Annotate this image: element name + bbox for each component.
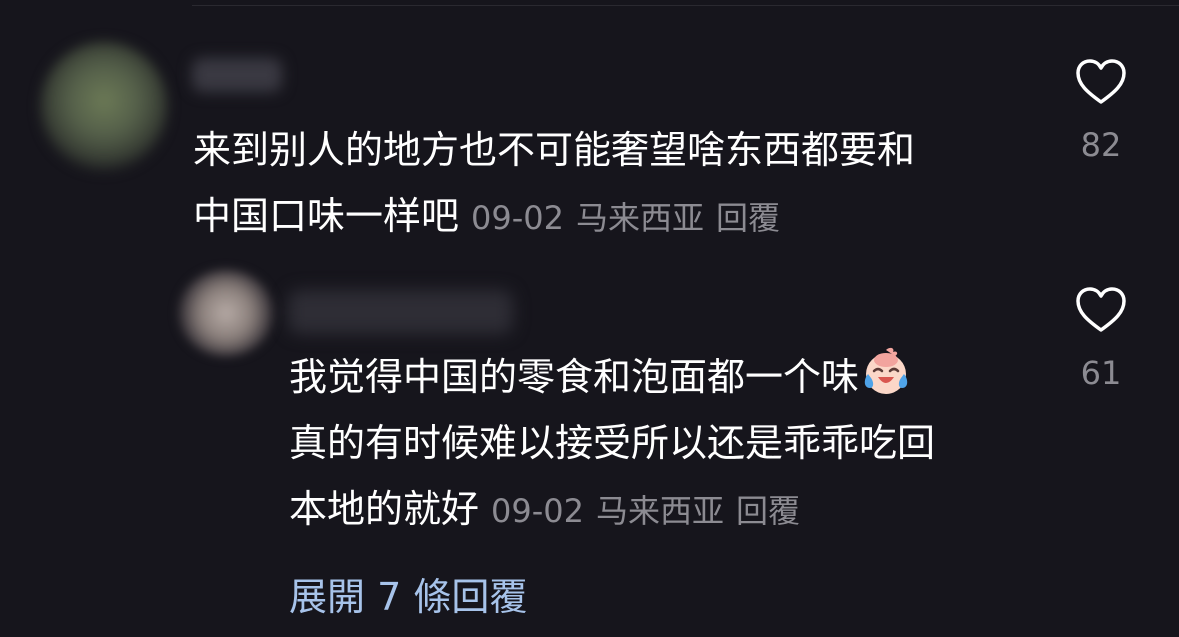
- heart-icon: [1076, 59, 1126, 104]
- comment-date: 09-02: [491, 492, 584, 530]
- heart-icon: [1076, 287, 1126, 332]
- expand-replies-button[interactable]: 展開 7 條回覆: [289, 566, 527, 621]
- divider: [192, 5, 1179, 6]
- avatar[interactable]: [40, 42, 168, 172]
- comment-location: 马来西亚: [576, 199, 705, 237]
- laughing-crying-emoji-icon: [864, 347, 908, 394]
- comment-thread: 来到别人的地方也不可能奢望啥东西都要和 中国口味一样吧 09-02 马来西亚 回覆 8…: [0, 0, 1179, 637]
- comment-line: 本地的就好 09-02 马来西亚 回覆: [289, 476, 935, 544]
- comment-line: 来到别人的地方也不可能奢望啥东西都要和: [193, 128, 916, 172]
- reply-button[interactable]: 回覆: [736, 492, 800, 530]
- like-count: 61: [1080, 354, 1122, 392]
- comment-line: 中国口味一样吧 09-02 马来西亚 回覆: [193, 183, 915, 251]
- like-count: 82: [1080, 126, 1122, 164]
- comment-line: 真的有时候难以接受所以还是乖乖吃回: [289, 421, 936, 465]
- comment-body: 我觉得中国的零食和泡面都一个味 真的有时候难以接受所以还是乖乖吃回 本地的就好 0…: [289, 344, 935, 544]
- comment-date: 09-02: [471, 199, 564, 237]
- comment-line: 我觉得中国的零食和泡面都一个味: [289, 344, 935, 410]
- like-button[interactable]: 82: [1071, 58, 1131, 164]
- avatar[interactable]: [178, 270, 274, 356]
- comment-body: 来到别人的地方也不可能奢望啥东西都要和 中国口味一样吧 09-02 马来西亚 回覆: [193, 117, 915, 251]
- comment-line-text: 我觉得中国的零食和泡面都一个味: [289, 355, 860, 399]
- comment-meta: 09-02 马来西亚 回覆: [471, 199, 792, 237]
- username[interactable]: [192, 58, 282, 92]
- comment-line-text: 中国口味一样吧: [193, 194, 460, 238]
- username[interactable]: [288, 290, 513, 334]
- reply-button[interactable]: 回覆: [716, 199, 780, 237]
- comment-line-text: 本地的就好: [289, 487, 480, 531]
- comment-meta: 09-02 马来西亚 回覆: [491, 492, 812, 530]
- like-button[interactable]: 61: [1071, 286, 1131, 392]
- comment-location: 马来西亚: [596, 492, 725, 530]
